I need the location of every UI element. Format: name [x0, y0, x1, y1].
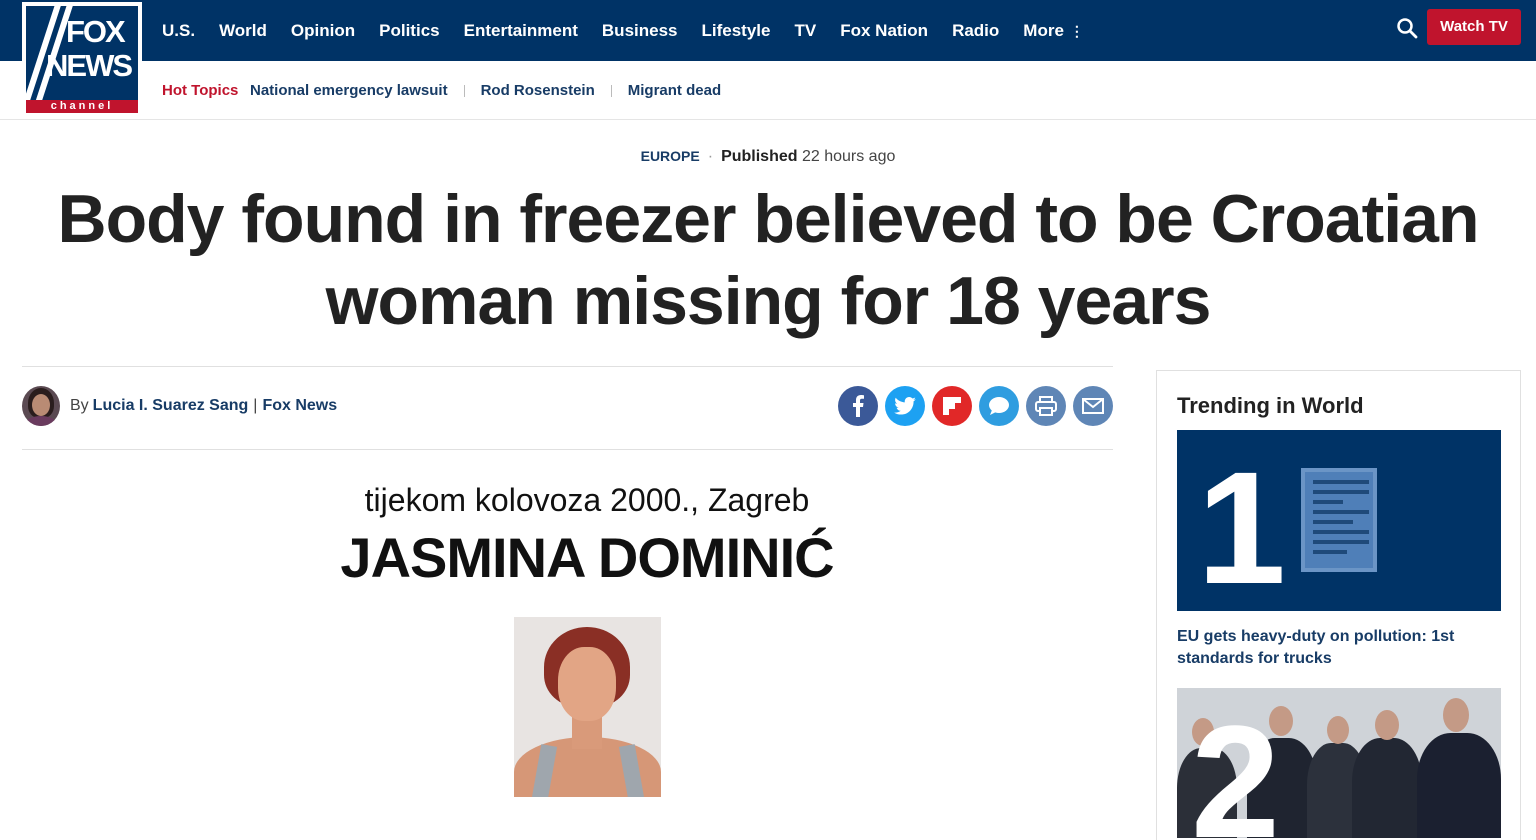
doc-line: [1313, 500, 1343, 504]
doc-line: [1313, 530, 1369, 534]
more-dots-icon: ⋮: [1069, 22, 1084, 39]
photo-face: [558, 647, 616, 721]
logo-mark: FOX NEWS: [26, 6, 138, 100]
doc-line: [1313, 510, 1369, 514]
divider: [22, 366, 1113, 367]
divider: [463, 84, 465, 97]
hot-topic-link[interactable]: Rod Rosenstein: [481, 82, 595, 99]
search-icon[interactable]: [1396, 17, 1418, 39]
nav-item-fox-nation[interactable]: Fox Nation: [840, 21, 928, 41]
nav-item-radio[interactable]: Radio: [952, 21, 999, 41]
hot-topic-link[interactable]: Migrant dead: [628, 82, 721, 99]
sidebar-title: Trending in World: [1177, 393, 1364, 418]
trending-item-2-image[interactable]: 2: [1177, 688, 1501, 838]
byline: By Lucia I. Suarez Sang | Fox News: [22, 386, 337, 426]
photo-person: [1352, 738, 1422, 838]
photo-head: [1375, 710, 1399, 740]
photo-head: [1443, 698, 1469, 732]
avatar-body: [25, 416, 57, 426]
image-caption-line1: tijekom kolovoza 2000., Zagreb: [364, 482, 810, 518]
byline-prefix: By: [70, 397, 89, 414]
photo-head: [1327, 716, 1349, 744]
doc-line: [1313, 550, 1347, 554]
avatar-face: [32, 394, 50, 416]
top-nav-bar: U.S. World Opinion Politics Entertainmen…: [0, 0, 1536, 61]
doc-line: [1313, 480, 1369, 484]
nav-item-world[interactable]: World: [219, 21, 267, 41]
email-share-icon[interactable]: [1073, 386, 1113, 426]
article-headline: Body found in freezer believed to be Cro…: [57, 181, 1480, 339]
nav-item-opinion[interactable]: Opinion: [291, 21, 355, 41]
author-name-link[interactable]: Lucia I. Suarez Sang: [93, 397, 249, 415]
doc-line: [1313, 520, 1353, 524]
nav-item-more[interactable]: More ⋮: [1023, 21, 1084, 41]
byline-separator: |: [253, 397, 258, 414]
logo-channel-text: channel: [26, 100, 138, 113]
trending-rank: 2: [1191, 692, 1280, 839]
portrait-photo: [514, 617, 661, 797]
nav-item-lifestyle[interactable]: Lifestyle: [702, 21, 771, 41]
nav-item-business[interactable]: Business: [602, 21, 678, 41]
article-category[interactable]: EUROPE: [641, 148, 700, 164]
doc-line: [1313, 540, 1369, 544]
facebook-share-icon[interactable]: [838, 386, 878, 426]
published-time: 22 hours ago: [801, 148, 896, 165]
nav-more-label: More: [1023, 20, 1064, 40]
outlet-link[interactable]: Fox News: [262, 397, 337, 415]
logo-fox-text: FOX: [66, 14, 126, 49]
article-meta: EUROPE · Published 22 hours ago: [0, 148, 1536, 166]
trending-sidebar: Trending in World 1 EU gets heavy-duty o…: [1156, 370, 1521, 840]
flipboard-share-icon[interactable]: [932, 386, 972, 426]
hot-topics-bar: Hot Topics National emergency lawsuit Ro…: [0, 61, 1536, 120]
hot-topics-label[interactable]: Hot Topics: [162, 82, 238, 99]
meta-separator: ·: [707, 148, 714, 165]
photo-person: [1417, 733, 1501, 838]
article-image[interactable]: tijekom kolovoza 2000., Zagreb JASMINA D…: [22, 470, 1113, 832]
comments-icon[interactable]: [979, 386, 1019, 426]
divider: [610, 84, 612, 97]
logo-news-text: NEWS: [46, 48, 133, 83]
twitter-share-icon[interactable]: [885, 386, 925, 426]
hot-topics-links: National emergency lawsuit Rod Rosenstei…: [250, 82, 721, 99]
fox-news-logo[interactable]: FOX NEWS channel: [22, 2, 142, 116]
nav-item-us[interactable]: U.S.: [162, 21, 195, 41]
author-avatar[interactable]: [22, 386, 60, 426]
trending-rank: 1: [1197, 438, 1286, 617]
print-icon[interactable]: [1026, 386, 1066, 426]
document-icon: [1301, 468, 1377, 572]
main-nav: U.S. World Opinion Politics Entertainmen…: [162, 0, 1108, 61]
doc-line: [1313, 490, 1369, 494]
trending-item-1-title[interactable]: EU gets heavy-duty on pollution: 1st sta…: [1177, 626, 1501, 670]
nav-item-entertainment[interactable]: Entertainment: [464, 21, 578, 41]
image-caption-line2: JASMINA DOMINIĆ: [340, 526, 834, 589]
share-buttons: [838, 386, 1113, 426]
nav-item-tv[interactable]: TV: [794, 21, 816, 41]
trending-item-1-image[interactable]: 1: [1177, 430, 1501, 611]
watch-tv-button[interactable]: Watch TV: [1427, 9, 1521, 45]
divider: [22, 449, 1113, 450]
published-label: Published: [721, 148, 798, 165]
nav-item-politics[interactable]: Politics: [379, 21, 439, 41]
hot-topic-link[interactable]: National emergency lawsuit: [250, 82, 448, 99]
